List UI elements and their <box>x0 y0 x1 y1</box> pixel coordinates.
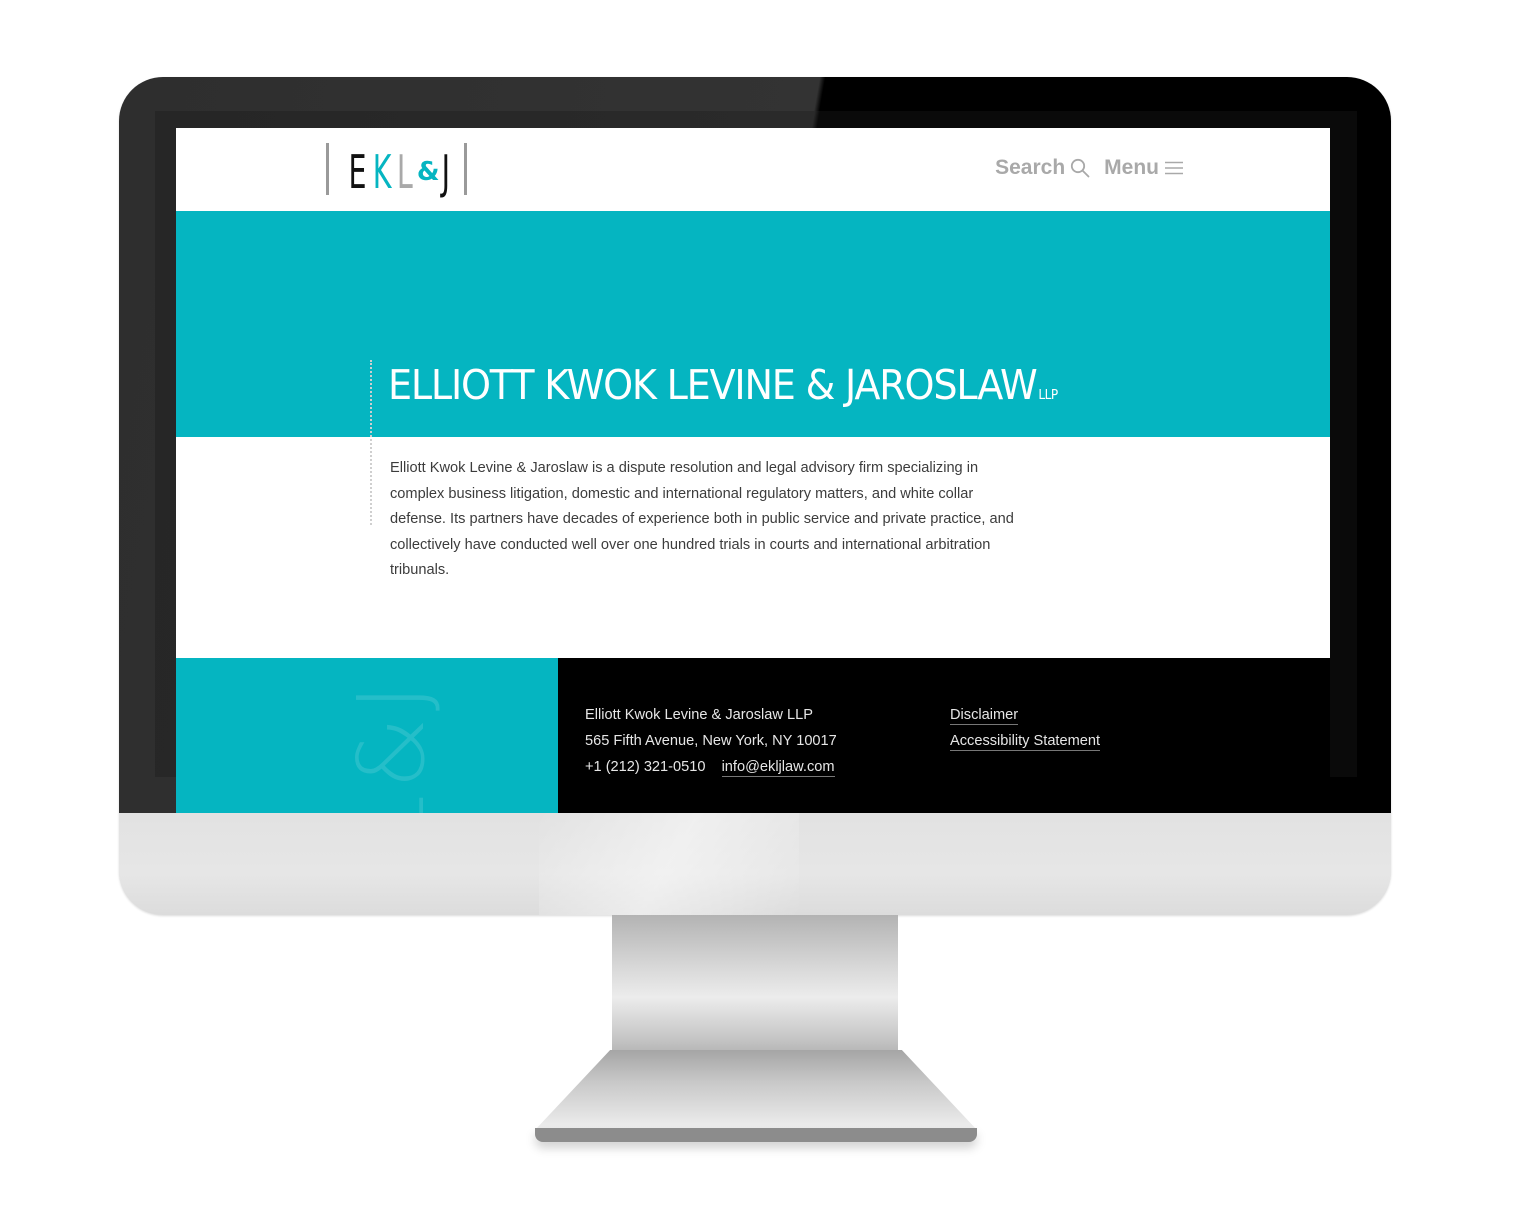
firm-title-text: ELLIOTT KWOK LEVINE & JAROSLAW <box>388 361 1038 409</box>
site-header: E K L & J Search Menu <box>176 128 1330 211</box>
footer-watermark-logo: EKL&J <box>338 678 445 813</box>
dotted-divider <box>370 360 372 525</box>
footer-brand-panel: EKL&J <box>176 658 558 813</box>
disclaimer-link[interactable]: Disclaimer <box>950 707 1019 725</box>
logo-letter-k: K <box>372 145 392 199</box>
footer-contact: Elliott Kwok Levine & Jaroslaw LLP 565 F… <box>585 702 837 780</box>
search-button[interactable]: Search <box>995 156 1090 180</box>
logo-wordmark: E K L & J <box>329 143 464 195</box>
intro-paragraph: Elliott Kwok Levine & Jaroslaw is a disp… <box>390 460 1014 578</box>
menu-label: Menu <box>1104 156 1159 179</box>
header-nav: Search Menu <box>995 156 1184 180</box>
footer-email-link[interactable]: info@ekljlaw.com <box>721 759 835 777</box>
footer-phone[interactable]: +1 (212) 321-0510 <box>585 759 706 775</box>
footer-address: 565 Fifth Avenue, New York, NY 10017 <box>585 733 837 749</box>
website-screen: E K L & J Search Menu ELLIOTT KWOK LEVIN… <box>176 128 1330 813</box>
logo-letter-j: J <box>441 145 450 199</box>
monitor-stand-foot <box>535 1050 977 1130</box>
footer-links: Disclaimer Accessibility Statement <box>950 702 1101 754</box>
footer-info-panel: Elliott Kwok Levine & Jaroslaw LLP 565 F… <box>558 658 1330 813</box>
firm-title-suffix: LLP <box>1038 388 1058 403</box>
menu-button[interactable]: Menu <box>1104 156 1184 180</box>
search-label: Search <box>995 156 1066 179</box>
logo[interactable]: E K L & J <box>326 142 468 196</box>
footer-firm-name: Elliott Kwok Levine & Jaroslaw LLP <box>585 707 813 723</box>
footer-phone-email-row: +1 (212) 321-0510 info@ekljlaw.com <box>585 754 837 780</box>
accessibility-statement-link[interactable]: Accessibility Statement <box>950 733 1101 751</box>
hero-banner: ELLIOTT KWOK LEVINE & JAROSLAW LLP <box>176 211 1330 437</box>
monitor-chin <box>119 813 1391 915</box>
firm-title: ELLIOTT KWOK LEVINE & JAROSLAW LLP <box>388 361 1058 409</box>
logo-letter-e: E <box>348 145 367 199</box>
monitor-stand-neck <box>612 915 898 1065</box>
logo-divider-right <box>464 143 468 195</box>
logo-ampersand: & <box>416 157 440 187</box>
search-icon <box>1071 158 1090 178</box>
logo-letter-l: L <box>397 145 414 199</box>
hamburger-menu-icon <box>1165 161 1183 175</box>
monitor-stand-base-edge <box>535 1128 977 1142</box>
